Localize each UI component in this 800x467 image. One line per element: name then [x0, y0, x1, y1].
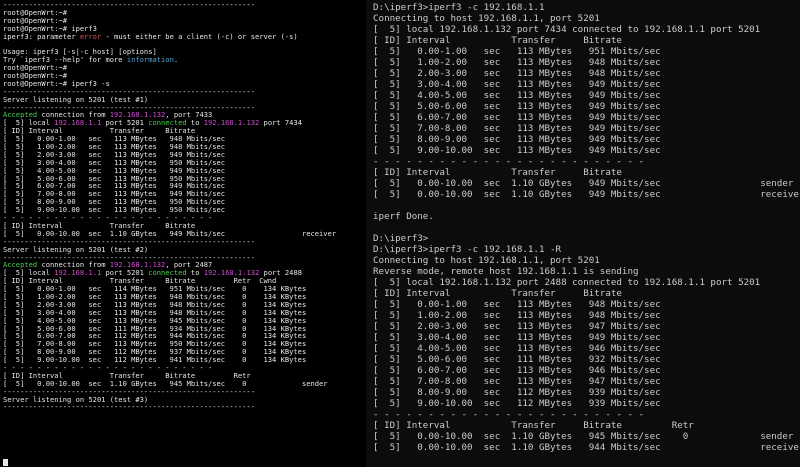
- terminal-text: - - - - - - - - - - - - - - - - - - - - …: [373, 409, 645, 420]
- terminal-line: D:\iperf3>iperf3 -c 192.168.1.1 -R: [373, 244, 800, 255]
- terminal-text: [ 5] 0.00-10.00 sec 1.10 GBytes 944 Mbit…: [373, 442, 800, 453]
- terminal-text: [ 5] 1.00-2.00 sec 113 MBytes 948 Mbits/…: [373, 310, 661, 321]
- terminal-line: [ 5] 0.00-10.00 sec 1.10 GBytes 944 Mbit…: [373, 442, 800, 453]
- terminal-text: [ 5] 6.00-7.00 sec 113 MBytes 946 Mbits/…: [373, 365, 661, 376]
- terminal-text: 192.168.1.132: [203, 118, 260, 128]
- terminal-line: [ 5] 6.00-7.00 sec 113 MBytes 946 Mbits/…: [373, 365, 800, 376]
- terminal-text: [ 5] 9.00-10.00 sec 113 MBytes 949 Mbits…: [373, 145, 661, 156]
- terminal-line: [ 5] 5.00-6.00 sec 111 MBytes 932 Mbits/…: [373, 354, 800, 365]
- terminal-line: [ 5] 0.00-1.00 sec 113 MBytes 948 Mbits/…: [373, 299, 800, 310]
- terminal-line: iperf Done.: [373, 211, 800, 222]
- terminal-text: D:\iperf3>iperf3 -c 192.168.1.1: [373, 2, 545, 13]
- terminal-text: [ 5] 0.00-1.00 sec 113 MBytes 951 Mbits/…: [373, 46, 661, 57]
- terminal-text: error: [79, 31, 102, 41]
- terminal-line: Connecting to host 192.168.1.1, port 520…: [373, 255, 800, 266]
- terminal-line: iperf3: parameter error - must either be…: [3, 31, 336, 41]
- terminal-text: [ 5] 7.00-8.00 sec 113 MBytes 947 Mbits/…: [373, 376, 661, 387]
- terminal-line: Reverse mode, remote host 192.168.1.1 is…: [373, 266, 800, 277]
- terminal-line: - - - - - - - - - - - - - - - - - - - - …: [373, 409, 800, 420]
- terminal-line: [ 5] 1.00-2.00 sec 113 MBytes 948 Mbits/…: [373, 310, 800, 321]
- terminal-text: [ 5] 9.00-10.00 sec 112 MBytes 939 Mbits…: [373, 398, 661, 409]
- openwrt-terminal-pane[interactable]: ----------------------------------------…: [0, 0, 366, 467]
- terminal-text: [ 5] 5.00-6.00 sec 111 MBytes 932 Mbits/…: [373, 354, 661, 365]
- terminal-text: [ 5] 8.00-9.00 sec 113 MBytes 949 Mbits/…: [373, 134, 661, 145]
- terminal-line: [ 5] local 192.168.1.132 port 2488 conne…: [373, 277, 800, 288]
- terminal-line: [ 5] 1.00-2.00 sec 113 MBytes 948 Mbits/…: [373, 57, 800, 68]
- terminal-text: [ 5] 8.00-9.00 sec 112 MBytes 939 Mbits/…: [373, 387, 661, 398]
- terminal-text: [ 5] 3.00-4.00 sec 113 MBytes 949 Mbits/…: [373, 332, 661, 343]
- terminal-output: ----------------------------------------…: [3, 1, 336, 411]
- terminal-line: [ 5] 0.00-10.00 sec 1.10 GBytes 949 Mbit…: [373, 178, 800, 189]
- terminal-text: [ ID] Interval Transfer Bitrate: [373, 35, 622, 46]
- terminal-text: - - - - - - - - - - - - - - - - - - - - …: [373, 156, 645, 167]
- terminal-line: [ 5] 8.00-9.00 sec 113 MBytes 949 Mbits/…: [373, 134, 800, 145]
- terminal-text: D:\iperf3>: [373, 233, 429, 244]
- terminal-line: [ 5] local 192.168.1.132 port 7434 conne…: [373, 24, 800, 35]
- terminal-text: [ 5] local 192.168.1.132 port 2488 conne…: [373, 277, 761, 288]
- terminal-line: [ ID] Interval Transfer Bitrate: [373, 167, 800, 178]
- terminal-line: [ 5] 7.00-8.00 sec 113 MBytes 947 Mbits/…: [373, 376, 800, 387]
- terminal-text: [ 5] 4.00-5.00 sec 113 MBytes 946 Mbits/…: [373, 343, 661, 354]
- terminal-text: D:\iperf3>iperf3 -c 192.168.1.1 -R: [373, 244, 562, 255]
- terminal-text: Connecting to host 192.168.1.1, port 520…: [373, 13, 600, 24]
- terminal-line: [ 5] 5.00-6.00 sec 113 MBytes 949 Mbits/…: [373, 101, 800, 112]
- terminal-text: [ 5] 7.00-8.00 sec 113 MBytes 949 Mbits/…: [373, 123, 661, 134]
- screen: ----------------------------------------…: [0, 0, 800, 467]
- terminal-text: [ 5] 0.00-10.00 sec 1.10 GBytes 949 Mbit…: [373, 189, 800, 200]
- terminal-line: [ 5] 7.00-8.00 sec 113 MBytes 949 Mbits/…: [373, 123, 800, 134]
- terminal-text: [ 5] 4.00-5.00 sec 113 MBytes 949 Mbits/…: [373, 90, 661, 101]
- terminal-text: ----------------------------------------…: [3, 402, 255, 412]
- terminal-line: [ 5] 0.00-1.00 sec 113 MBytes 951 Mbits/…: [373, 46, 800, 57]
- windows-cmd-terminal-pane[interactable]: D:\iperf3>iperf3 -c 192.168.1.1 Connectin…: [366, 0, 800, 467]
- terminal-text: [ 5] 5.00-6.00 sec 113 MBytes 949 Mbits/…: [373, 101, 661, 112]
- terminal-text: information: [126, 55, 174, 65]
- terminal-line: D:\iperf3>iperf3 -c 192.168.1.1: [373, 2, 800, 13]
- terminal-line: [ 5] 2.00-3.00 sec 113 MBytes 948 Mbits/…: [373, 68, 800, 79]
- text-cursor: [3, 459, 8, 466]
- terminal-text: - must either be a client (-c) or server…: [101, 31, 298, 41]
- terminal-text: [ 5] 6.00-7.00 sec 113 MBytes 949 Mbits/…: [373, 112, 661, 123]
- terminal-line: - - - - - - - - - - - - - - - - - - - - …: [373, 156, 800, 167]
- terminal-text: iperf3: parameter: [3, 31, 80, 41]
- terminal-text: [ ID] Interval Transfer Bitrate: [373, 288, 622, 299]
- terminal-output: D:\iperf3>iperf3 -c 192.168.1.1 Connectin…: [373, 2, 800, 453]
- terminal-text: Reverse mode, remote host 192.168.1.1 is…: [373, 266, 639, 277]
- terminal-line: [ ID] Interval Transfer Bitrate Retr: [373, 420, 800, 431]
- terminal-text: [ 5] 0.00-10.00 sec 1.10 GBytes 949 Mbit…: [373, 178, 794, 189]
- terminal-text: [ ID] Interval Transfer Bitrate: [373, 167, 622, 178]
- terminal-line: [ 5] 3.00-4.00 sec 113 MBytes 949 Mbits/…: [373, 332, 800, 343]
- terminal-line: [ 5] 4.00-5.00 sec 113 MBytes 949 Mbits/…: [373, 90, 800, 101]
- terminal-text: [ 5] 0.00-1.00 sec 113 MBytes 948 Mbits/…: [373, 299, 661, 310]
- terminal-text: [ 5] local 192.168.1.132 port 7434 conne…: [373, 24, 761, 35]
- terminal-line: [ 5] 8.00-9.00 sec 112 MBytes 939 Mbits/…: [373, 387, 800, 398]
- terminal-line: [ 5] 6.00-7.00 sec 113 MBytes 949 Mbits/…: [373, 112, 800, 123]
- terminal-line: [ 5] 9.00-10.00 sec 113 MBytes 949 Mbits…: [373, 145, 800, 156]
- terminal-line: D:\iperf3>: [373, 233, 800, 244]
- terminal-line: Connecting to host 192.168.1.1, port 520…: [373, 13, 800, 24]
- terminal-text: [ 5] 0.00-10.00 sec 1.10 GBytes 945 Mbit…: [373, 431, 794, 442]
- terminal-text: port 7434: [259, 118, 302, 128]
- terminal-text: [ 5] 1.00-2.00 sec 113 MBytes 948 Mbits/…: [373, 57, 661, 68]
- terminal-text: .: [173, 55, 179, 65]
- terminal-line: [ 5] 9.00-10.00 sec 112 MBytes 939 Mbits…: [373, 398, 800, 409]
- terminal-text: Connecting to host 192.168.1.1, port 520…: [373, 255, 600, 266]
- terminal-text: [ 5] 2.00-3.00 sec 113 MBytes 948 Mbits/…: [373, 68, 661, 79]
- terminal-line: [ ID] Interval Transfer Bitrate: [373, 288, 800, 299]
- terminal-text: [ 5] 2.00-3.00 sec 113 MBytes 947 Mbits/…: [373, 321, 661, 332]
- terminal-line: [ 5] 0.00-10.00 sec 1.10 GBytes 949 Mbit…: [373, 189, 800, 200]
- terminal-text: [ 5] 3.00-4.00 sec 113 MBytes 949 Mbits/…: [373, 79, 661, 90]
- terminal-line: [ 5] 4.00-5.00 sec 113 MBytes 946 Mbits/…: [373, 343, 800, 354]
- terminal-line: ----------------------------------------…: [3, 403, 336, 411]
- terminal-line: [ ID] Interval Transfer Bitrate: [373, 35, 800, 46]
- terminal-line: [ 5] 0.00-10.00 sec 1.10 GBytes 945 Mbit…: [373, 431, 800, 442]
- terminal-text: iperf Done.: [373, 211, 434, 222]
- terminal-line: [ 5] 2.00-3.00 sec 113 MBytes 947 Mbits/…: [373, 321, 800, 332]
- terminal-text: [ ID] Interval Transfer Bitrate Retr: [373, 420, 694, 431]
- terminal-line: [ 5] 3.00-4.00 sec 113 MBytes 949 Mbits/…: [373, 79, 800, 90]
